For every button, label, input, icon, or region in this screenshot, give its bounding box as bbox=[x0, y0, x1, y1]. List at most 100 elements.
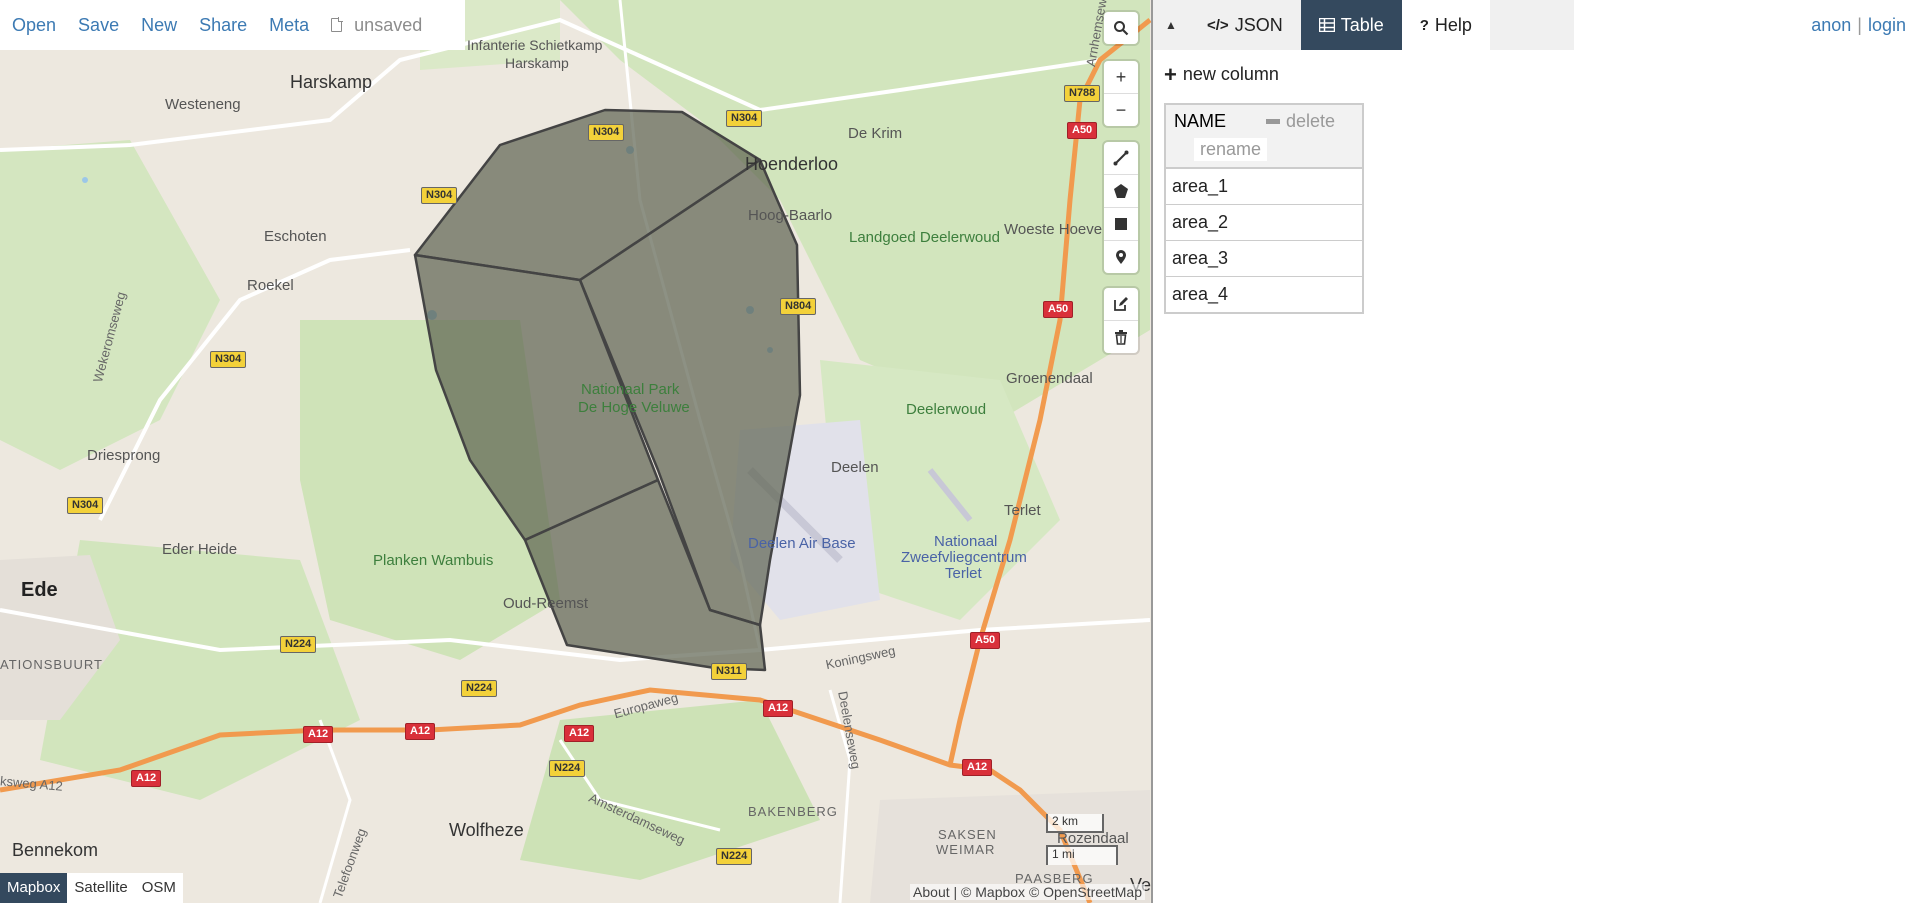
tab-json[interactable]: </> JSON bbox=[1189, 0, 1301, 50]
scale-km: 2 km bbox=[1046, 814, 1104, 833]
table-row bbox=[1165, 203, 1363, 240]
user-separator: | bbox=[1857, 14, 1862, 35]
tab-table[interactable]: Table bbox=[1300, 0, 1402, 50]
road-shield: A12 bbox=[131, 770, 162, 787]
place-label: Groenendaal bbox=[1006, 370, 1093, 387]
place-label: Landgoed Deelerwoud bbox=[849, 229, 1000, 246]
place-label: Eschoten bbox=[264, 228, 327, 245]
properties-table: NAME delete rename bbox=[1164, 102, 1364, 314]
collapse-toggle[interactable]: ▲ bbox=[1153, 0, 1189, 50]
user-area: anon | login bbox=[1811, 0, 1920, 50]
share-button[interactable]: Share bbox=[199, 15, 247, 36]
table-row bbox=[1165, 239, 1363, 276]
column-header-name: NAME delete rename bbox=[1165, 103, 1363, 169]
rename-column-button[interactable]: rename bbox=[1194, 137, 1268, 161]
place-label: Deelen bbox=[831, 459, 879, 476]
file-icon bbox=[331, 17, 344, 32]
draw-marker-button[interactable] bbox=[1104, 241, 1138, 273]
map[interactable]: Harskamp Westeneng Infanterie Schietkamp… bbox=[0, 0, 1151, 903]
line-icon bbox=[1113, 150, 1129, 166]
new-column-label: new column bbox=[1182, 64, 1279, 84]
place-label: Harskamp bbox=[505, 55, 569, 71]
place-label: Hoenderloo bbox=[745, 154, 839, 174]
zoom-control: + − bbox=[1104, 61, 1138, 126]
tab-help[interactable]: ? Help bbox=[1401, 0, 1490, 50]
sidebar: ▲ </> JSON Table ? Help anon | login + n… bbox=[1153, 0, 1920, 903]
place-label: Wolfheze bbox=[449, 820, 524, 840]
place-label: De Krim bbox=[848, 125, 903, 142]
road-shield: A50 bbox=[1043, 301, 1074, 318]
rectangle-icon bbox=[1115, 218, 1127, 230]
road-shield: A50 bbox=[970, 632, 1001, 649]
search-control bbox=[1104, 12, 1138, 44]
new-button[interactable]: New bbox=[141, 15, 177, 36]
draw-line-button[interactable] bbox=[1104, 142, 1138, 175]
draw-polygon-button[interactable] bbox=[1104, 175, 1138, 208]
name-cell-input[interactable] bbox=[1166, 204, 1362, 240]
delete-column-button[interactable]: delete bbox=[1266, 111, 1335, 132]
scale-mi: 1 mi bbox=[1046, 845, 1118, 865]
save-button[interactable]: Save bbox=[78, 15, 119, 36]
draw-rectangle-button[interactable] bbox=[1104, 208, 1138, 241]
place-label: BAKENBERG bbox=[748, 804, 838, 819]
layer-mapbox[interactable]: Mapbox bbox=[0, 873, 68, 903]
road-shield: N804 bbox=[780, 298, 817, 315]
place-label: Westeneng bbox=[165, 96, 241, 113]
minus-icon bbox=[1266, 118, 1281, 124]
meta-button[interactable]: Meta bbox=[269, 15, 309, 36]
road-shield: N224 bbox=[549, 760, 586, 777]
place-label: Hoog-Baarlo bbox=[748, 207, 833, 224]
edit-icon bbox=[1114, 297, 1128, 311]
login-link[interactable]: login bbox=[1868, 15, 1906, 36]
search-button[interactable] bbox=[1104, 12, 1138, 44]
polygon-icon bbox=[1114, 184, 1128, 198]
road-shield: N304 bbox=[726, 110, 763, 127]
zoom-in-button[interactable]: + bbox=[1104, 61, 1138, 94]
caret-up-icon: ▲ bbox=[1165, 18, 1177, 32]
road-shield: N304 bbox=[67, 497, 104, 514]
table-row bbox=[1165, 167, 1363, 204]
road-shield: N311 bbox=[711, 663, 747, 680]
map-attribution[interactable]: About | © Mapbox © OpenStreetMap bbox=[910, 884, 1145, 900]
table-icon bbox=[1318, 18, 1335, 32]
name-cell-input[interactable] bbox=[1166, 168, 1362, 204]
place-label: Infanterie Schietkamp bbox=[467, 37, 603, 53]
zoom-out-button[interactable]: − bbox=[1104, 94, 1138, 126]
tab-table-label: Table bbox=[1340, 14, 1384, 35]
file-status-label: unsaved bbox=[354, 14, 423, 35]
open-button[interactable]: Open bbox=[12, 15, 56, 36]
place-label: Deelen Air Base bbox=[748, 535, 856, 552]
road-shield: A12 bbox=[962, 759, 993, 776]
edit-control bbox=[1104, 288, 1138, 353]
road-shield: N224 bbox=[280, 636, 317, 653]
tabbar-spacer bbox=[1573, 0, 1812, 50]
place-label: Terlet bbox=[1004, 502, 1041, 519]
place-label: Roekel bbox=[247, 277, 294, 294]
layer-osm[interactable]: OSM bbox=[135, 873, 183, 903]
table-row bbox=[1165, 275, 1363, 313]
road-shield: N304 bbox=[588, 124, 625, 141]
delete-column-label: delete bbox=[1286, 110, 1336, 131]
delete-features-button[interactable] bbox=[1104, 321, 1138, 353]
question-icon: ? bbox=[1419, 16, 1429, 34]
road-shield: A12 bbox=[763, 700, 794, 717]
place-label: Woeste Hoeve bbox=[1004, 221, 1103, 238]
draw-control bbox=[1104, 142, 1138, 273]
place-label: Bennekom bbox=[12, 840, 99, 860]
place-label: WEIMAR bbox=[936, 842, 996, 857]
anon-user-link[interactable]: anon bbox=[1811, 15, 1851, 36]
name-cell-input[interactable] bbox=[1166, 276, 1362, 312]
road-shield: N304 bbox=[421, 187, 458, 204]
marker-icon bbox=[1116, 250, 1126, 264]
road-shield: N304 bbox=[210, 351, 247, 368]
new-column-button[interactable]: + new column bbox=[1164, 63, 1279, 85]
place-label: Zweefvliegcentrum bbox=[901, 549, 1027, 566]
name-cell-input[interactable] bbox=[1166, 240, 1362, 276]
layer-satellite[interactable]: Satellite bbox=[67, 873, 134, 903]
place-label: Ede bbox=[21, 579, 58, 601]
road-shield: A12 bbox=[564, 725, 595, 742]
place-label: Harskamp bbox=[290, 72, 373, 92]
edit-features-button[interactable] bbox=[1104, 288, 1138, 321]
place-label: Nationaal bbox=[934, 533, 998, 550]
code-icon: </> bbox=[1207, 16, 1229, 34]
